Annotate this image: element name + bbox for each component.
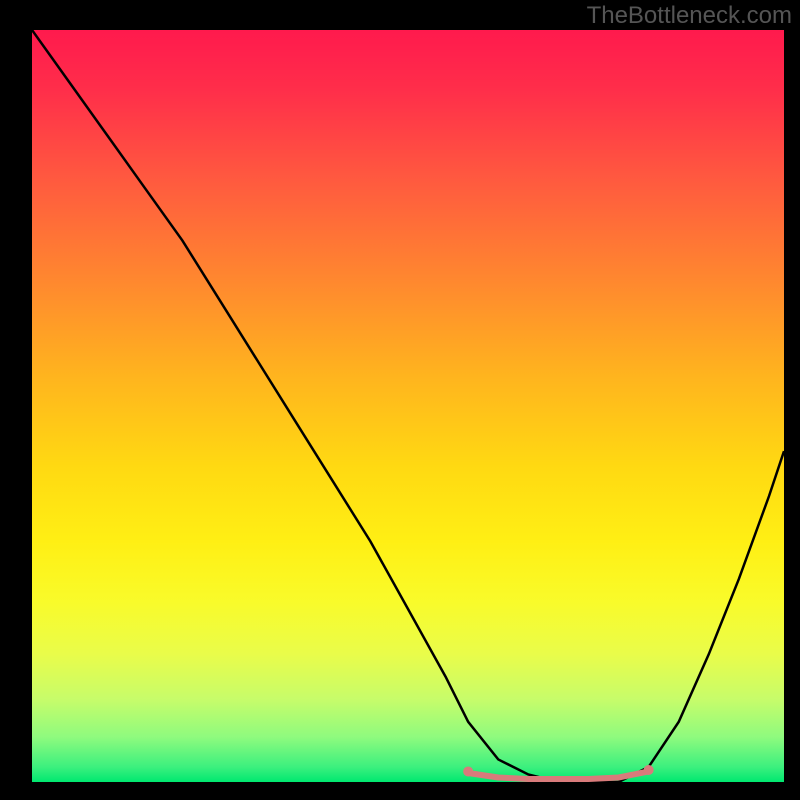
- chart-container: TheBottleneck.com: [0, 0, 800, 800]
- plot-area: [32, 30, 784, 782]
- marker-dot: [644, 765, 654, 775]
- x-axis-strip: [0, 782, 800, 800]
- baseline-highlight: [468, 771, 648, 779]
- marker-dot: [463, 766, 473, 776]
- watermark-text: TheBottleneck.com: [587, 2, 792, 30]
- curve-svg: [32, 30, 784, 782]
- y-axis-strip: [0, 30, 32, 782]
- bottleneck-curve: [32, 30, 784, 782]
